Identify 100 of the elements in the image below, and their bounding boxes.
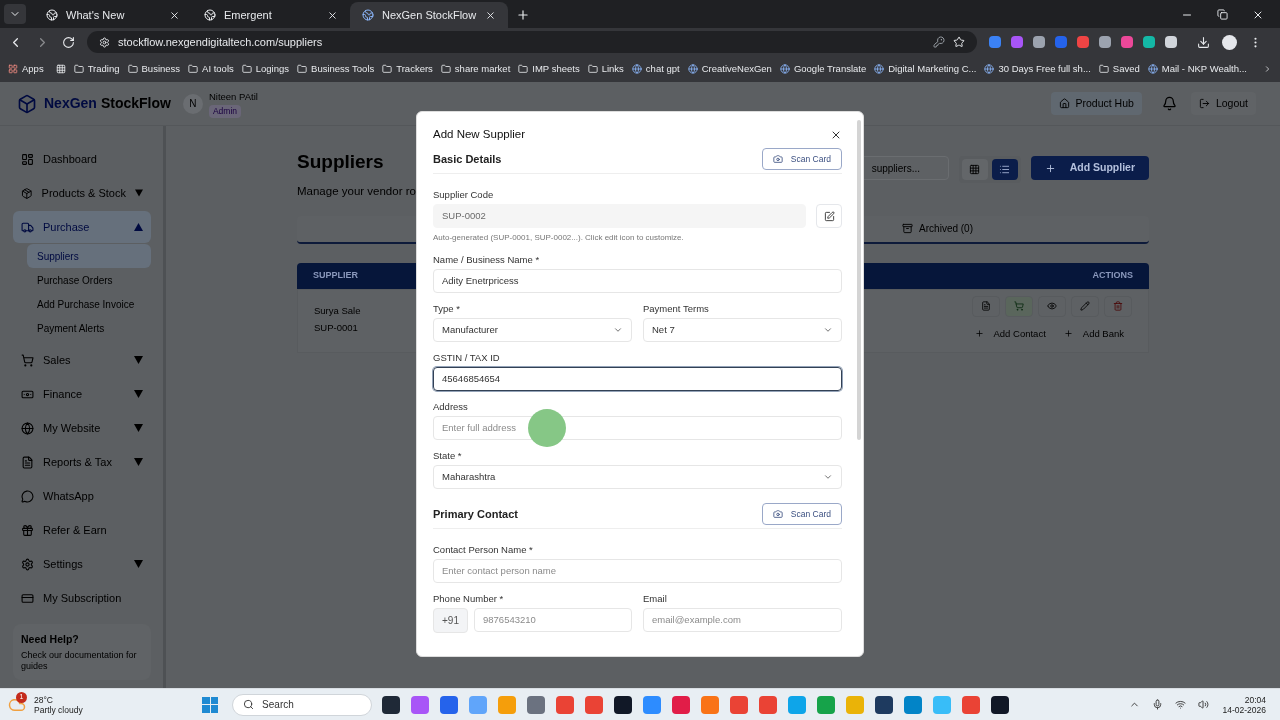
section-heading: Primary Contact [433, 507, 518, 522]
apps-icon [8, 64, 18, 74]
bookmark[interactable]: CreativeNexGen [687, 61, 772, 77]
bookmark[interactable]: AI tools [188, 61, 234, 77]
bookmark[interactable]: Google Translate [779, 61, 867, 77]
bookmark[interactable]: Links [587, 61, 624, 77]
home-icon [1058, 98, 1070, 109]
document-button[interactable] [972, 295, 1000, 317]
caret-icon[interactable] [134, 424, 143, 432]
extension-icon[interactable] [1033, 36, 1045, 48]
user-name: Niteen PAtil [208, 89, 258, 104]
field-label: Email [643, 593, 668, 605]
list-view-button[interactable] [991, 159, 1018, 180]
globe-icon [631, 64, 642, 74]
new-tab-icon[interactable] [516, 8, 530, 22]
taskbar-search[interactable]: Search [232, 693, 373, 716]
edit-button[interactable] [1071, 295, 1099, 317]
star-icon[interactable] [953, 36, 965, 48]
bookmark[interactable]: Mail - NKP Wealth... [1147, 61, 1247, 77]
bookmark[interactable]: 30 Days Free full sh... [984, 61, 1091, 77]
folder-icon [73, 64, 84, 74]
edit-code-button[interactable] [816, 204, 842, 229]
close-icon[interactable] [169, 9, 180, 21]
plus-icon [1063, 329, 1073, 339]
caret-icon[interactable] [134, 189, 143, 197]
bookmark[interactable]: Trading [73, 61, 120, 77]
app-icon[interactable] [614, 695, 633, 714]
submenu-item[interactable]: Suppliers [27, 244, 151, 268]
app-icon[interactable] [875, 695, 894, 714]
caret-icon[interactable] [134, 356, 143, 364]
download-icon[interactable] [1197, 35, 1210, 49]
input-field[interactable]: 9876543210 [474, 608, 632, 633]
column-header: ACTIONS [1092, 269, 1133, 282]
extension-icon[interactable] [1165, 36, 1177, 48]
profile-avatar[interactable] [1222, 34, 1237, 50]
select-field[interactable]: Net 7 [643, 318, 842, 343]
extension-icon[interactable] [1143, 36, 1155, 48]
menu-item-icon [21, 489, 34, 503]
bookmark[interactable]: share market [440, 61, 511, 77]
input-field[interactable]: Enter contact person name [433, 559, 842, 584]
caret-icon[interactable] [134, 223, 143, 231]
input-field[interactable]: 45646854654 [433, 367, 842, 392]
bookmark[interactable]: IMP sheets [518, 61, 580, 77]
view-button[interactable] [1038, 295, 1066, 317]
caret-icon[interactable] [134, 560, 143, 568]
scan-card-button[interactable]: Scan Card [761, 503, 842, 526]
code-field[interactable]: SUP-0002 [433, 204, 806, 229]
scan-card-button[interactable]: Scan Card [761, 148, 842, 171]
select-field[interactable]: Manufacturer [433, 318, 632, 343]
windows-start-icon[interactable] [202, 696, 219, 713]
caret-icon[interactable] [134, 458, 143, 466]
volume-icon[interactable] [1197, 699, 1209, 710]
wifi-icon[interactable] [1174, 699, 1186, 710]
search-icon [243, 699, 255, 710]
app-icon[interactable] [991, 695, 1010, 714]
address-bar[interactable]: stockflow.nexgendigitaltech.com/suppliers [87, 31, 977, 53]
bookmark[interactable]: Apps [22, 61, 44, 77]
browser-tab[interactable]: What's New [34, 2, 192, 28]
scrollbar-thumb[interactable] [857, 120, 861, 440]
bookmark[interactable]: chat gpt [631, 61, 680, 77]
globe-icon [874, 64, 885, 74]
role-badge: Admin [208, 104, 242, 118]
bookmark[interactable]: Business Tools [297, 61, 375, 77]
close-icon[interactable] [1252, 9, 1264, 21]
bookmark[interactable]: Digital Marketing C... [874, 61, 977, 77]
select-field[interactable]: Maharashtra [433, 465, 842, 490]
reload-icon[interactable] [62, 35, 75, 49]
bookmark[interactable]: Logings [241, 61, 290, 77]
field-hint: Auto-generated (SUP-0001, SUP-0002...). Click edit icon to customize. [433, 232, 685, 245]
microphone-icon[interactable] [1151, 699, 1163, 710]
tab-list-button[interactable] [4, 4, 26, 24]
restore-icon[interactable] [1217, 9, 1228, 20]
input-field[interactable]: email@example.com [643, 608, 842, 633]
globe-icon [204, 9, 216, 21]
folder-icon [382, 64, 393, 74]
cart-button[interactable] [1005, 295, 1033, 317]
sidebar-item[interactable]: Purchase [13, 211, 151, 243]
grid-view-button[interactable] [961, 159, 988, 180]
country-code: +91 [433, 608, 468, 634]
bookmark[interactable]: Saved [1098, 61, 1140, 77]
browser-tab[interactable]: Emergent [192, 2, 350, 28]
add-supplier-button[interactable]: Add Supplier [1030, 156, 1149, 180]
delete-button[interactable] [1104, 295, 1132, 317]
folder-icon [188, 64, 199, 74]
close-icon[interactable] [485, 9, 496, 21]
clock-date: 14-02-2026 [1222, 704, 1266, 715]
bookmark[interactable]: Business [127, 61, 181, 77]
logout-icon [1198, 98, 1210, 109]
page-subtitle: Manage your vendor ro [297, 183, 416, 199]
caret-icon[interactable] [134, 390, 143, 398]
browser-tab[interactable]: NexGen StockFlow [350, 2, 508, 28]
extension-icon[interactable] [1121, 36, 1133, 48]
bell-icon[interactable] [1161, 96, 1177, 111]
input-field[interactable]: Adity Enetrpricess [433, 269, 842, 294]
app-icon[interactable] [382, 695, 401, 714]
close-icon[interactable] [327, 9, 338, 21]
bookmark[interactable]: Trackers [382, 61, 433, 77]
extension-icon[interactable] [1099, 36, 1111, 48]
product-hub-button[interactable]: Product Hub [1050, 92, 1142, 115]
menu-item-icon [21, 186, 33, 200]
